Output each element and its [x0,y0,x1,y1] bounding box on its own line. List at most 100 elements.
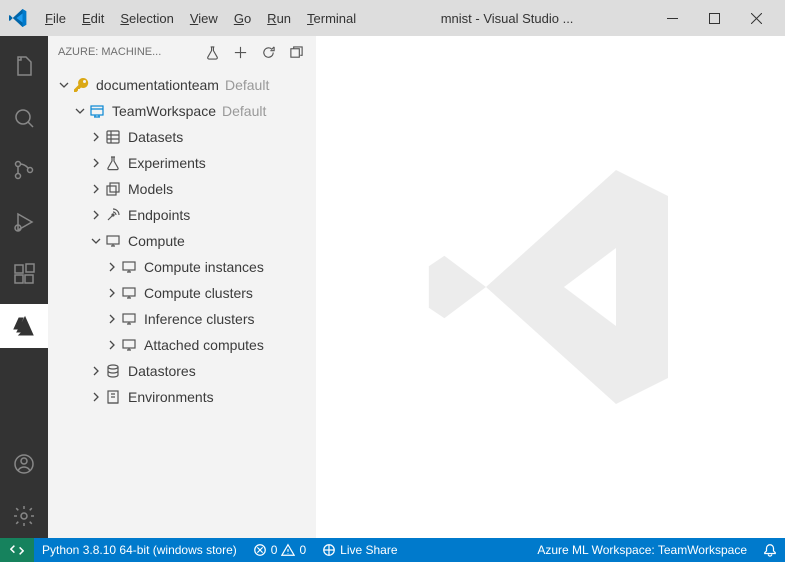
menu-terminal[interactable]: Terminal [300,7,363,30]
close-button[interactable] [735,3,777,33]
chevron-right-icon [88,155,104,171]
status-problems[interactable]: 0 0 [245,538,314,562]
menu-run[interactable]: Run [260,7,298,30]
status-label: 0 [271,543,278,557]
tree-attached-computes[interactable]: Attached computes [48,332,316,358]
minimize-button[interactable] [651,3,693,33]
remote-button[interactable] [0,538,34,562]
status-python[interactable]: Python 3.8.10 64-bit (windows store) [34,538,245,562]
vscode-watermark-icon [421,157,681,417]
window-title: mnist - Visual Studio ... [363,11,651,26]
tree-label: Inference clusters [144,311,255,327]
activity-explorer[interactable] [0,44,48,88]
tree-label: Compute clusters [144,285,253,301]
monitor-icon [120,258,138,276]
status-label: Python 3.8.10 64-bit (windows store) [42,543,237,557]
editor-area [316,36,785,538]
tree-endpoints[interactable]: Endpoints [48,202,316,228]
chevron-down-icon [88,233,104,249]
activity-azure[interactable] [0,304,48,348]
tree-compute[interactable]: Compute [48,228,316,254]
tree-label: documentationteam [96,77,219,93]
menu-view[interactable]: View [183,7,225,30]
maximize-button[interactable] [693,3,735,33]
tree-desc: Default [225,77,269,93]
tree-label: Datasets [128,129,183,145]
tree-desc: Default [222,103,266,119]
chevron-right-icon [104,311,120,327]
tree-label: Attached computes [144,337,264,353]
error-icon [253,543,267,557]
activity-source-control[interactable] [0,148,48,192]
chevron-right-icon [88,207,104,223]
tree-models[interactable]: Models [48,176,316,202]
sidebar-header: AZURE: MACHINE... [48,36,316,68]
liveshare-icon [322,543,336,557]
tree-label: Datastores [128,363,196,379]
tree-datastores[interactable]: Datastores [48,358,316,384]
menu-edit[interactable]: Edit [75,7,111,30]
status-label: Live Share [340,543,397,557]
chevron-down-icon [72,103,88,119]
tree-label: Models [128,181,173,197]
chevron-right-icon [88,181,104,197]
status-bar: Python 3.8.10 64-bit (windows store) 0 0… [0,538,785,562]
activity-run-debug[interactable] [0,200,48,244]
sidebar-title: AZURE: MACHINE... [58,46,194,58]
compute-icon [104,232,122,250]
tree-label: Compute instances [144,259,264,275]
tree-workspace[interactable]: TeamWorkspace Default [48,98,316,124]
tree-environments[interactable]: Environments [48,384,316,410]
bell-icon [763,543,777,557]
datasets-icon [104,128,122,146]
menu-go[interactable]: Go [227,7,258,30]
tree-label: Compute [128,233,185,249]
status-liveshare[interactable]: Live Share [314,538,405,562]
activity-search[interactable] [0,96,48,140]
activity-settings[interactable] [0,494,48,538]
tree-label: Endpoints [128,207,190,223]
status-label: Azure ML Workspace: TeamWorkspace [537,543,747,557]
environments-icon [104,388,122,406]
tree-experiments[interactable]: Experiments [48,150,316,176]
tree-label: TeamWorkspace [112,103,216,119]
status-azure-workspace[interactable]: Azure ML Workspace: TeamWorkspace [529,538,755,562]
sidebar: AZURE: MACHINE... documentationteam Defa… [48,36,316,538]
chevron-down-icon [56,77,72,93]
chevron-right-icon [88,389,104,405]
warning-icon [281,543,295,557]
title-bar: File Edit Selection View Go Run Terminal… [0,0,785,36]
activity-bar [0,36,48,538]
vscode-logo-icon [8,8,28,28]
flask-icon[interactable] [202,42,222,62]
tree-view: documentationteam Default TeamWorkspace … [48,68,316,414]
chevron-right-icon [88,363,104,379]
tree-subscription[interactable]: documentationteam Default [48,72,316,98]
tree-inference-clusters[interactable]: Inference clusters [48,306,316,332]
plus-icon[interactable] [230,42,250,62]
chevron-right-icon [104,337,120,353]
tree-label: Experiments [128,155,206,171]
endpoints-icon [104,206,122,224]
menu-file[interactable]: File [38,7,73,30]
key-icon [72,76,90,94]
monitor-icon [120,336,138,354]
activity-accounts[interactable] [0,442,48,486]
tree-compute-clusters[interactable]: Compute clusters [48,280,316,306]
menu-selection[interactable]: Selection [113,7,180,30]
tree-label: Environments [128,389,214,405]
workspace-icon [88,102,106,120]
chevron-right-icon [104,259,120,275]
models-icon [104,180,122,198]
status-label: 0 [299,543,306,557]
collapse-icon[interactable] [286,42,306,62]
monitor-icon [120,310,138,328]
tree-compute-instances[interactable]: Compute instances [48,254,316,280]
tree-datasets[interactable]: Datasets [48,124,316,150]
monitor-icon [120,284,138,302]
refresh-icon[interactable] [258,42,278,62]
status-notifications[interactable] [755,538,785,562]
database-icon [104,362,122,380]
menu-bar: File Edit Selection View Go Run Terminal [38,7,363,30]
activity-extensions[interactable] [0,252,48,296]
